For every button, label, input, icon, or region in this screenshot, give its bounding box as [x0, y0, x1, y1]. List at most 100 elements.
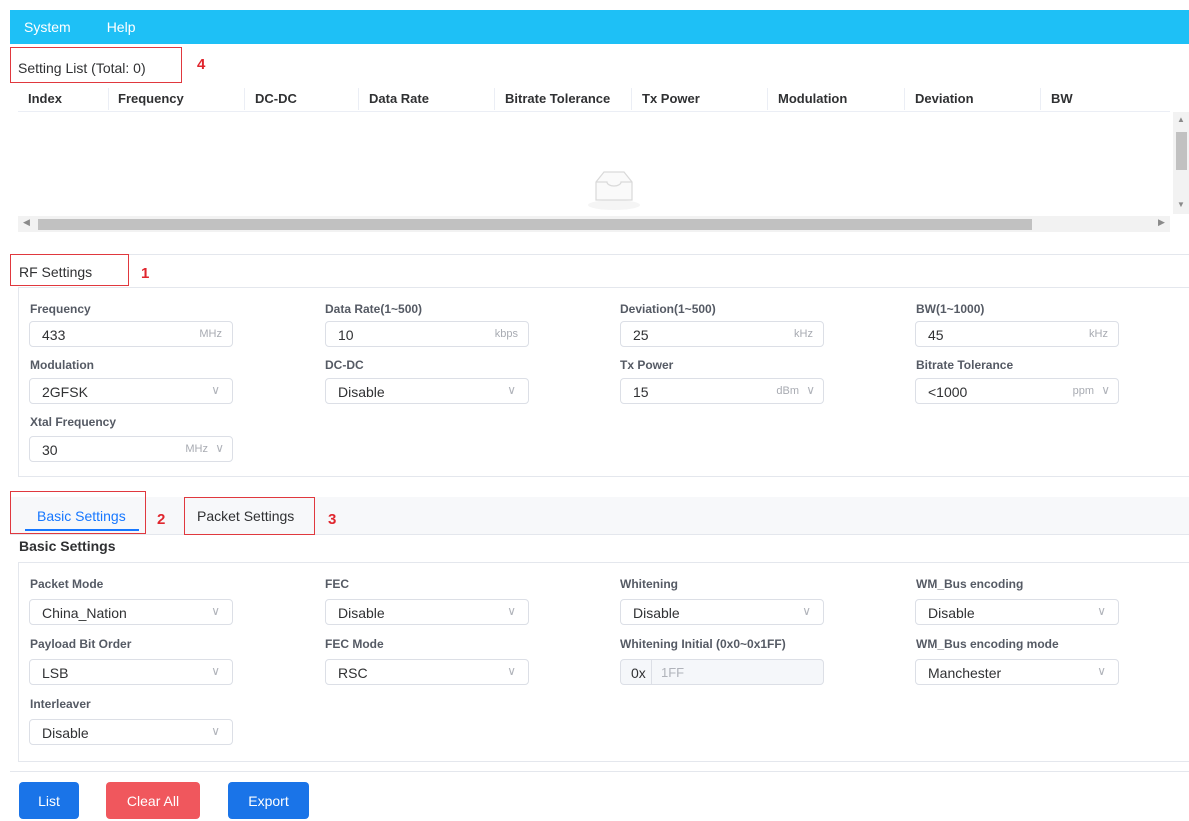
- whitening-value: Disable: [633, 605, 680, 621]
- xtal-frequency-value: 30: [42, 442, 58, 458]
- xtal-frequency-unit: MHz: [185, 443, 208, 455]
- scroll-right-arrow-icon[interactable]: ▶: [1158, 217, 1165, 228]
- annotation-number-1: 1: [141, 265, 150, 282]
- hex-prefix: 0x: [631, 665, 646, 681]
- chevron-down-icon: ∨: [1097, 604, 1106, 618]
- column-divider: [904, 88, 905, 110]
- vertical-scroll-thumb[interactable]: [1176, 132, 1187, 170]
- whitening-initial-input[interactable]: 0x 1FF: [620, 659, 824, 685]
- column-index[interactable]: Index: [28, 92, 62, 106]
- interleaver-select[interactable]: Disable ∨: [29, 719, 233, 745]
- xtal-frequency-select[interactable]: 30 MHz ∨: [29, 436, 233, 462]
- scroll-down-arrow-icon[interactable]: ▼: [1177, 200, 1185, 209]
- payload-bit-order-select[interactable]: LSB ∨: [29, 659, 233, 685]
- dcdc-value: Disable: [338, 384, 385, 400]
- column-dcdc[interactable]: DC-DC: [255, 92, 297, 106]
- column-data-rate[interactable]: Data Rate: [369, 92, 429, 106]
- column-modulation[interactable]: Modulation: [778, 92, 847, 106]
- column-divider: [1040, 88, 1041, 110]
- column-frequency[interactable]: Frequency: [118, 92, 184, 106]
- fec-mode-label: FEC Mode: [325, 637, 384, 651]
- fec-select[interactable]: Disable ∨: [325, 599, 529, 625]
- bw-unit: kHz: [1089, 328, 1108, 340]
- modulation-value: 2GFSK: [42, 384, 88, 400]
- payload-bit-order-label: Payload Bit Order: [30, 637, 132, 651]
- wm-bus-encoding-mode-label: WM_Bus encoding mode: [916, 637, 1059, 651]
- list-button[interactable]: List: [19, 782, 79, 819]
- wm-bus-encoding-mode-select[interactable]: Manchester ∨: [915, 659, 1119, 685]
- fec-mode-select[interactable]: RSC ∨: [325, 659, 529, 685]
- chevron-down-icon: ∨: [211, 724, 220, 738]
- tab-basic-settings[interactable]: Basic Settings: [37, 508, 126, 524]
- tx-power-select[interactable]: 15 dBm ∨: [620, 378, 824, 404]
- chevron-down-icon: ∨: [507, 664, 516, 678]
- whitening-select[interactable]: Disable ∨: [620, 599, 824, 625]
- basic-settings-title: Basic Settings: [19, 538, 116, 554]
- column-tx-power[interactable]: Tx Power: [642, 92, 700, 106]
- annotation-number-2: 2: [157, 511, 166, 528]
- menu-help[interactable]: Help: [107, 19, 136, 35]
- column-bw[interactable]: BW: [1051, 92, 1073, 106]
- data-rate-unit: kbps: [494, 328, 518, 340]
- bw-label: BW(1~1000): [916, 302, 985, 316]
- horizontal-scroll-thumb[interactable]: [38, 219, 1032, 230]
- table-header: Index Frequency DC-DC Data Rate Bitrate …: [18, 86, 1170, 112]
- scroll-up-arrow-icon[interactable]: ▲: [1177, 115, 1185, 124]
- wm-bus-encoding-value: Disable: [928, 605, 975, 621]
- wm-bus-encoding-select[interactable]: Disable ∨: [915, 599, 1119, 625]
- bitrate-tolerance-unit: ppm: [1072, 385, 1094, 397]
- data-rate-input[interactable]: 10 kbps: [325, 321, 529, 347]
- deviation-input[interactable]: 25 kHz: [620, 321, 824, 347]
- bitrate-tolerance-select[interactable]: <1000 ppm ∨: [915, 378, 1119, 404]
- chevron-down-icon: ∨: [806, 383, 815, 397]
- annotation-number-3: 3: [328, 511, 337, 528]
- scroll-left-arrow-icon[interactable]: ◀: [23, 217, 30, 228]
- chevron-down-icon: ∨: [1101, 383, 1110, 397]
- horizontal-scrollbar[interactable]: ◀ ▶: [18, 216, 1170, 232]
- bitrate-tolerance-value: <1000: [928, 384, 968, 400]
- setting-list-table: Index Frequency DC-DC Data Rate Bitrate …: [18, 86, 1189, 238]
- tx-power-label: Tx Power: [620, 358, 674, 372]
- tx-power-value: 15: [633, 384, 649, 400]
- chevron-down-icon: ∨: [211, 383, 220, 397]
- annotation-number-4: 4: [197, 56, 206, 73]
- wm-bus-encoding-mode-value: Manchester: [928, 665, 1002, 681]
- column-bitrate-tolerance[interactable]: Bitrate Tolerance: [505, 92, 610, 106]
- menubar: System Help: [10, 10, 1189, 44]
- bitrate-tolerance-label: Bitrate Tolerance: [916, 358, 1014, 372]
- column-deviation[interactable]: Deviation: [915, 92, 974, 106]
- setting-list-title: Setting List (Total: 0): [18, 60, 146, 76]
- wm-bus-encoding-label: WM_Bus encoding: [916, 577, 1024, 591]
- column-divider: [358, 88, 359, 110]
- frequency-value: 433: [42, 327, 66, 343]
- modulation-label: Modulation: [30, 358, 94, 372]
- bw-input[interactable]: 45 kHz: [915, 321, 1119, 347]
- vertical-scrollbar[interactable]: ▲ ▼: [1173, 112, 1189, 214]
- bw-value: 45: [928, 327, 944, 343]
- chevron-down-icon: ∨: [211, 664, 220, 678]
- whitening-label: Whitening: [620, 577, 678, 591]
- fec-label: FEC: [325, 577, 349, 591]
- clear-all-button[interactable]: Clear All: [106, 782, 200, 819]
- xtal-frequency-label: Xtal Frequency: [30, 415, 117, 429]
- deviation-label: Deviation(1~500): [620, 302, 716, 316]
- fec-mode-value: RSC: [338, 665, 368, 681]
- modulation-select[interactable]: 2GFSK ∨: [29, 378, 233, 404]
- frequency-unit: MHz: [199, 328, 222, 340]
- fec-value: Disable: [338, 605, 385, 621]
- chevron-down-icon: ∨: [1097, 664, 1106, 678]
- export-button[interactable]: Export: [228, 782, 309, 819]
- dcdc-select[interactable]: Disable ∨: [325, 378, 529, 404]
- whitening-initial-placeholder: 1FF: [661, 665, 685, 680]
- packet-mode-select[interactable]: China_Nation ∨: [29, 599, 233, 625]
- packet-mode-value: China_Nation: [42, 605, 127, 621]
- tab-packet-settings[interactable]: Packet Settings: [197, 508, 294, 524]
- frequency-input[interactable]: 433 MHz: [29, 321, 233, 347]
- interleaver-label: Interleaver: [30, 697, 91, 711]
- menu-system[interactable]: System: [24, 19, 71, 35]
- data-rate-value: 10: [338, 327, 354, 343]
- column-divider: [767, 88, 768, 110]
- interleaver-value: Disable: [42, 725, 89, 741]
- column-divider: [244, 88, 245, 110]
- chevron-down-icon: ∨: [507, 604, 516, 618]
